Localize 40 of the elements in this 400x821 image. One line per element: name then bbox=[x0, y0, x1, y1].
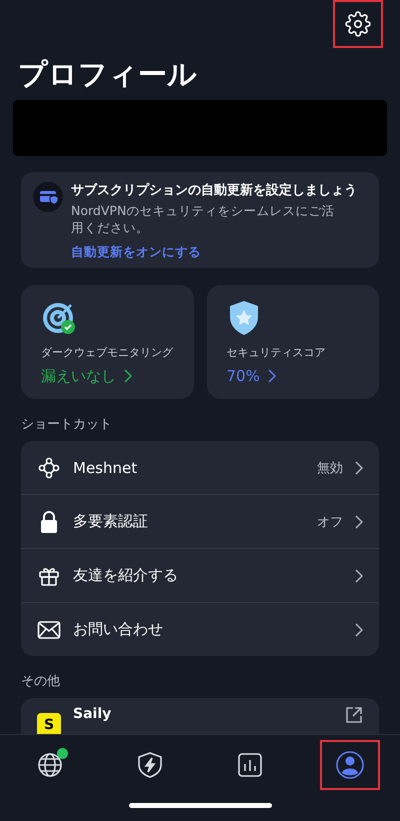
status-tile[interactable]: ダークウェブモニタリング 漏えいなし bbox=[21, 285, 194, 399]
chart-icon bbox=[237, 752, 263, 778]
row-label: お問い合わせ bbox=[73, 620, 164, 639]
shield-bolt-icon bbox=[135, 750, 165, 780]
status-tile[interactable]: セキュリティスコア 70% bbox=[206, 285, 379, 399]
banner-text: NordVPNのセキュリティをシームレスにご活用ください。 bbox=[71, 202, 336, 236]
shortcut-row[interactable]: 友達を紹介する bbox=[21, 549, 379, 603]
row-status: 無効 bbox=[317, 460, 343, 476]
chevron-icon bbox=[355, 568, 363, 582]
row-label: 友達を紹介する bbox=[73, 566, 179, 585]
tile-label: セキュリティスコア bbox=[226, 345, 326, 361]
section-heading: その他 bbox=[21, 673, 61, 691]
section-heading: ショートカット bbox=[21, 416, 113, 434]
card-shield-icon bbox=[33, 182, 63, 212]
tile-value: 漏えいなし bbox=[41, 365, 132, 387]
external-link-icon bbox=[345, 706, 363, 724]
shortcut-row[interactable]: 多要素認証 オフ bbox=[21, 495, 379, 549]
shortcut-row[interactable]: お問い合わせ bbox=[21, 603, 379, 656]
chevron-icon bbox=[355, 514, 363, 528]
settings-icon bbox=[345, 11, 371, 37]
chevron-icon bbox=[355, 622, 363, 636]
chevron-icon bbox=[124, 369, 132, 383]
app-logo: S bbox=[37, 713, 61, 734]
row-label: Meshnet bbox=[73, 458, 138, 476]
page-title: プロフィール bbox=[18, 56, 198, 92]
globe-icon bbox=[35, 750, 65, 780]
row-label: 多要素認証 bbox=[73, 512, 149, 531]
auto-renew-link[interactable]: 自動更新をオンにする bbox=[71, 243, 201, 260]
shortcut-row[interactable]: Meshnet 無効 bbox=[21, 441, 379, 495]
settings-button[interactable] bbox=[333, 0, 383, 48]
row-status: オフ bbox=[317, 514, 343, 530]
mail-icon bbox=[37, 620, 61, 640]
tile-value: 70% bbox=[226, 365, 276, 387]
banner-title: サブスクリプションの自動更新を設定しましょう bbox=[71, 182, 357, 200]
profile-icon bbox=[335, 750, 365, 780]
mesh-icon bbox=[37, 456, 61, 478]
tile-label: ダークウェブモニタリング bbox=[41, 345, 173, 361]
chevron-icon bbox=[268, 369, 276, 383]
row-label: Saily bbox=[73, 706, 112, 722]
chevron-icon bbox=[355, 460, 363, 474]
